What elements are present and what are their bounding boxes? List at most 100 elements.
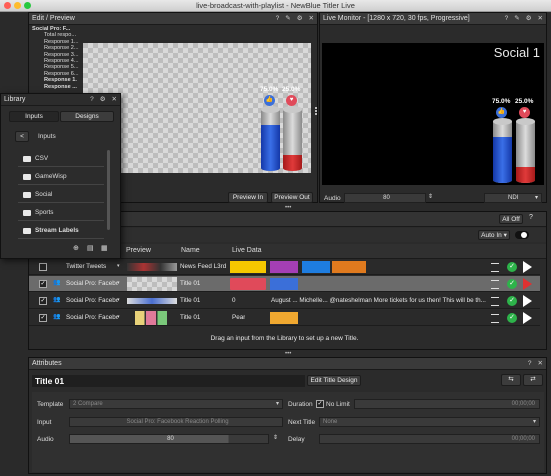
live-monitor-canvas: Social 1 75.0% 25.0% 👍 ♥ xyxy=(322,43,544,185)
template-select[interactable]: 2 Compare ▾ xyxy=(69,399,283,409)
help-icon[interactable]: ? xyxy=(529,212,533,223)
check-icon[interactable]: ✓ xyxy=(507,296,517,306)
data-chip-like xyxy=(270,278,298,290)
check-icon[interactable]: ✓ xyxy=(507,262,517,272)
tree-item[interactable]: Response ... xyxy=(32,84,82,90)
all-off-button[interactable]: All Off xyxy=(499,214,523,224)
pin-icon[interactable]: ✎ xyxy=(514,13,519,24)
close-icon[interactable]: ✕ xyxy=(309,13,314,24)
row-name: Title 01 xyxy=(180,297,201,304)
auto-in-select[interactable]: Auto In ▾ xyxy=(478,230,510,240)
check-icon[interactable]: ✓ xyxy=(507,313,517,323)
next-title-label: Next Title xyxy=(288,419,316,426)
table-row-selected[interactable]: ✓ 👥 Social Pro: Facebo... ▾ Title 01 xyxy=(29,276,540,292)
check-icon[interactable]: ✓ xyxy=(507,279,517,289)
chevron-down-icon[interactable]: ▾ xyxy=(117,263,120,269)
delay-field[interactable]: 00;00;00 xyxy=(319,434,540,444)
folder-icon xyxy=(23,192,31,198)
close-icon[interactable]: ✕ xyxy=(538,358,543,369)
output-select[interactable]: NDI ▾ xyxy=(484,193,542,203)
chevron-down-icon[interactable]: ▾ xyxy=(117,280,120,286)
next-title-select[interactable]: None ▾ xyxy=(319,417,540,427)
library-list: CSV GameWisp Social Sports Stream Labels xyxy=(1,146,122,239)
row-name: News Feed L3rd xyxy=(180,263,227,270)
library-item-sports[interactable]: Sports xyxy=(18,206,104,221)
input-field[interactable]: Social Pro: Facebook Reaction Polling xyxy=(69,417,283,427)
help-icon[interactable]: ? xyxy=(505,13,509,24)
gear-icon[interactable]: ⚙ xyxy=(297,13,303,24)
list-icon[interactable] xyxy=(491,297,499,306)
table-row[interactable]: ✓ 👥 Social Pro: Facebo... ▾ Title 01 0 A… xyxy=(29,293,540,309)
table-row[interactable]: ✓ 👥 Social Pro: Facebo... ▾ Title 01 Pea… xyxy=(29,310,540,326)
swap-out-button[interactable]: ⇄ xyxy=(523,374,543,386)
pin-icon[interactable]: ✎ xyxy=(285,13,290,24)
monitor-audio-value: 80 xyxy=(383,195,390,201)
library-item-gamewisp[interactable]: GameWisp xyxy=(18,170,104,185)
close-icon[interactable]: ✕ xyxy=(538,13,543,24)
row-checkbox[interactable]: ✓ xyxy=(39,297,47,305)
help-icon[interactable]: ? xyxy=(528,358,532,369)
grid-view-icon[interactable]: ▦ xyxy=(101,244,108,252)
list-icon[interactable] xyxy=(491,280,499,289)
col-preview[interactable]: Preview xyxy=(126,247,151,254)
live-monitor-panel: Live Monitor - [1280 x 720, 30 fps, Prog… xyxy=(319,12,547,203)
row-checkbox[interactable]: ✓ xyxy=(39,314,47,322)
play-icon[interactable] xyxy=(523,261,532,273)
chevron-down-icon[interactable]: ▾ xyxy=(117,297,120,303)
library-item-csv[interactable]: CSV xyxy=(18,152,104,167)
monitor-audio-slider[interactable]: 80 xyxy=(344,193,426,203)
swap-in-button[interactable]: ⇆ xyxy=(501,374,521,386)
attr-audio-slider[interactable]: 80 xyxy=(69,434,269,444)
users-icon: 👥 xyxy=(53,297,61,303)
preview-out-button[interactable]: Preview Out xyxy=(271,192,313,203)
col-live-data[interactable]: Live Data xyxy=(232,247,262,254)
row-checkbox[interactable] xyxy=(39,263,47,271)
chevron-down-icon: ▾ xyxy=(532,419,536,425)
new-title-icon[interactable]: ⊕ xyxy=(73,244,79,252)
right-cylinder xyxy=(283,106,302,171)
like-icon: 👍 xyxy=(496,107,507,118)
right-percent: 25.0% xyxy=(282,86,301,93)
duration-field[interactable]: 00;00;00 xyxy=(354,399,540,409)
drag-hint: Drag an input from the Library to set up… xyxy=(210,335,359,342)
tab-designs[interactable]: Designs xyxy=(60,111,114,122)
edit-title-design-button[interactable]: Edit Title Design xyxy=(307,375,361,386)
auto-toggle[interactable] xyxy=(515,231,529,239)
input-label: Input xyxy=(37,419,52,426)
help-icon[interactable]: ? xyxy=(90,94,94,105)
title-name-field[interactable]: Title 01 xyxy=(32,375,305,387)
left-cylinder xyxy=(261,106,280,171)
title-name-value: Title 01 xyxy=(35,376,65,386)
library-item-social[interactable]: Social xyxy=(18,188,104,203)
audio-stepper-icon[interactable]: ⇕ xyxy=(428,193,433,200)
help-icon[interactable]: ? xyxy=(276,13,280,24)
chevron-down-icon[interactable]: ▾ xyxy=(117,314,120,320)
library-scrollbar[interactable] xyxy=(107,150,110,230)
title-tree[interactable]: Social Pro: F... Total respo... Response… xyxy=(32,26,82,90)
play-live-icon[interactable] xyxy=(523,278,532,290)
play-icon[interactable] xyxy=(523,295,532,307)
col-name[interactable]: Name xyxy=(181,247,200,254)
close-icon[interactable]: ✕ xyxy=(112,94,117,105)
tab-inputs[interactable]: Inputs xyxy=(9,111,59,122)
back-button[interactable]: < xyxy=(15,131,29,142)
folder-open-icon[interactable]: ▤ xyxy=(87,244,94,252)
gear-icon[interactable]: ⚙ xyxy=(526,13,532,24)
list-icon[interactable] xyxy=(491,314,499,323)
right-cylinder xyxy=(516,118,535,183)
list-icon[interactable] xyxy=(491,263,499,272)
audio-stepper-icon[interactable]: ⇕ xyxy=(273,434,278,441)
row-extra-data: August ... Michelle... @nateshelman More… xyxy=(271,297,486,304)
row-checkbox[interactable]: ✓ xyxy=(39,280,47,288)
attributes-panel: Attributes ? ✕ Title 01 Edit Title Design… xyxy=(28,357,547,474)
play-icon[interactable] xyxy=(523,312,532,324)
gear-icon[interactable]: ⚙ xyxy=(100,94,106,105)
window-title: live-broadcast-with-playlist - NewBlue T… xyxy=(196,1,355,10)
library-item-stream-labels[interactable]: Stream Labels xyxy=(18,224,104,239)
data-chip-love xyxy=(230,278,266,290)
no-limit-checkbox[interactable]: ✓ xyxy=(316,400,324,408)
monitor-audio-label: Audio xyxy=(324,195,341,202)
preview-in-button[interactable]: Preview In xyxy=(228,192,268,203)
library-heading: Inputs xyxy=(38,133,56,140)
table-row[interactable]: Twitter Tweets ▾ News Feed L3rd xyxy=(29,259,540,275)
